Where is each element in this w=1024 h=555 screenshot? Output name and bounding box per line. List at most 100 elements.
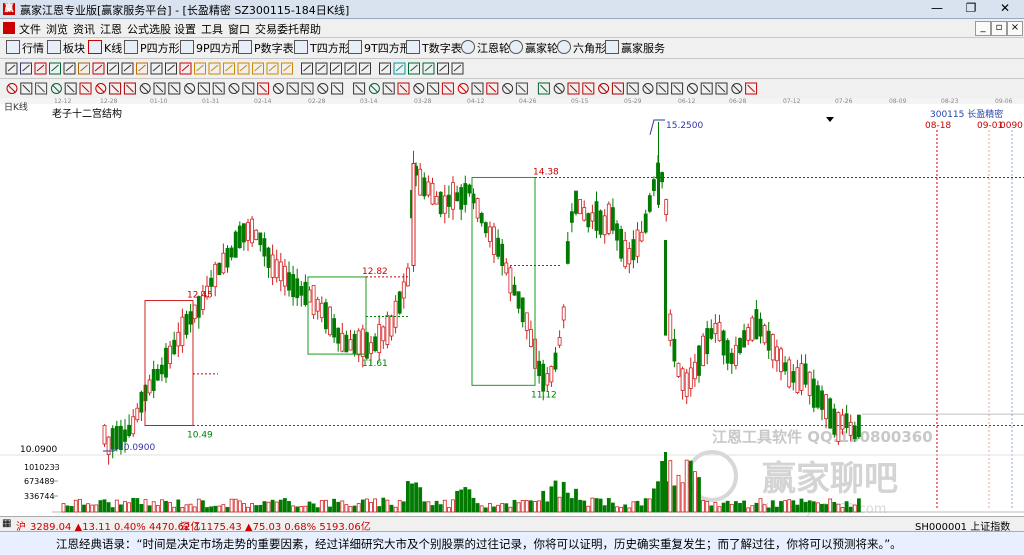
menu-window[interactable]: 窗口 [228, 21, 250, 37]
analysis-tool-icon[interactable] [153, 82, 166, 95]
drawing-tool-icon[interactable] [49, 62, 61, 75]
drawing-tool-icon[interactable] [136, 62, 148, 75]
analysis-tool-icon[interactable] [64, 82, 77, 95]
toolbar-t-table-button[interactable]: T数字表 [406, 40, 462, 56]
analysis-tool-icon[interactable] [257, 82, 270, 95]
drawing-tool-icon[interactable] [281, 62, 293, 75]
close-button[interactable]: ✕ [988, 0, 1022, 17]
drawing-tool-icon[interactable] [315, 62, 328, 75]
analysis-tool-icon[interactable] [79, 82, 92, 95]
drawing-tool-icon[interactable] [78, 62, 90, 75]
analysis-tool-icon[interactable] [35, 82, 48, 95]
drawing-tool-icon[interactable] [63, 62, 76, 75]
analysis-tool-icon[interactable] [686, 83, 698, 94]
analysis-tool-icon[interactable] [731, 83, 743, 94]
drawing-tool-icon[interactable] [408, 62, 420, 75]
menu-gann[interactable]: 江恩 [100, 21, 122, 37]
analysis-tool-icon[interactable] [139, 83, 151, 94]
drawing-tool-icon[interactable] [344, 62, 357, 75]
drawing-tool-icon[interactable] [5, 62, 18, 75]
toolbar-service-button[interactable]: 赢家服务 [605, 40, 665, 56]
drawing-tool-icon[interactable] [451, 62, 464, 75]
analysis-tool-icon[interactable] [95, 83, 107, 94]
drawing-tool-icon[interactable] [252, 62, 264, 75]
analysis-tool-icon[interactable] [397, 82, 410, 95]
toolbar-kline-button[interactable]: K线 [88, 40, 122, 56]
restore-button[interactable]: ❐ [954, 0, 988, 17]
menu-help[interactable]: 帮助 [299, 21, 321, 37]
analysis-tool-icon[interactable] [353, 82, 366, 95]
analysis-tool-icon[interactable] [50, 83, 62, 94]
drawing-tool-icon[interactable] [379, 62, 391, 75]
analysis-tool-icon[interactable] [626, 82, 639, 95]
analysis-tool-icon[interactable] [611, 82, 624, 95]
analysis-tool-icon[interactable] [642, 83, 654, 94]
drawing-tool-icon[interactable] [266, 62, 279, 75]
analysis-tool-icon[interactable] [427, 82, 440, 95]
analysis-tool-icon[interactable] [286, 82, 299, 95]
analysis-tool-icon[interactable] [537, 82, 550, 95]
menu-info[interactable]: 资讯 [73, 21, 95, 37]
drawing-tool-icon[interactable] [208, 62, 221, 75]
analysis-tool-icon[interactable] [553, 83, 565, 94]
analysis-tool-icon[interactable] [700, 82, 713, 95]
analysis-tools-strip[interactable] [0, 79, 1024, 98]
analysis-tool-icon[interactable] [715, 82, 728, 95]
drawing-tool-icon[interactable] [92, 62, 105, 75]
analysis-tool-icon[interactable] [368, 83, 380, 94]
analysis-tool-icon[interactable] [272, 83, 284, 94]
menu-file[interactable]: 文件 [19, 21, 41, 37]
drawing-tools-strip[interactable] [0, 59, 1024, 78]
drawing-tool-icon[interactable] [165, 62, 177, 75]
drawing-tool-icon[interactable] [107, 62, 119, 75]
analysis-tool-icon[interactable] [301, 82, 314, 95]
menu-settings[interactable]: 设置 [174, 21, 196, 37]
analysis-tool-icon[interactable] [582, 82, 595, 95]
drawing-tool-icon[interactable] [301, 62, 313, 75]
drawing-tool-icon[interactable] [150, 62, 163, 75]
toolbar-9t-square-button[interactable]: 9T四方形 [348, 40, 411, 56]
drawing-tool-icon[interactable] [330, 62, 342, 75]
analysis-tool-icon[interactable] [242, 82, 255, 95]
analysis-tool-icon[interactable] [413, 83, 425, 94]
drawing-tool-icon[interactable] [437, 62, 449, 75]
drawing-tool-icon[interactable] [34, 62, 47, 75]
analysis-tool-icon[interactable] [567, 82, 580, 95]
analysis-tool-icon[interactable] [109, 82, 122, 95]
analysis-tool-icon[interactable] [184, 83, 196, 94]
menu-trade[interactable]: 交易委托 [255, 21, 299, 37]
analysis-tool-icon[interactable] [598, 83, 610, 94]
analysis-tool-icon[interactable] [382, 82, 395, 95]
drawing-tool-icon[interactable] [179, 62, 192, 75]
menu-formula-select[interactable]: 公式选股 [127, 21, 171, 37]
analysis-tool-icon[interactable] [197, 82, 210, 95]
analysis-tool-icon[interactable] [317, 83, 329, 94]
analysis-tool-icon[interactable] [745, 82, 758, 95]
toolbar-t-square-button[interactable]: T四方形 [294, 40, 350, 56]
kline-chart[interactable]: 12-12 12-28 01-10 01-31 02-14 02-28 03-14 03-28… [0, 98, 1024, 517]
analysis-tool-icon[interactable] [123, 82, 136, 95]
toolbar-hexagon-button[interactable]: 六角形 [557, 40, 606, 56]
analysis-tool-icon[interactable] [20, 82, 33, 95]
mdi-close-button[interactable]: × [1007, 21, 1023, 36]
toolbar-gann-wheel-button[interactable]: 江恩轮 [461, 40, 510, 56]
analysis-tool-icon[interactable] [471, 82, 484, 95]
toolbar-p-table-button[interactable]: P数字表 [238, 40, 294, 56]
drawing-tool-icon[interactable] [194, 62, 206, 75]
drawing-tool-icon[interactable] [359, 62, 371, 75]
analysis-tool-icon[interactable] [212, 82, 225, 95]
toolbar-winner-wheel-button[interactable]: 赢家轮 [509, 40, 558, 56]
toolbar-sector-button[interactable]: 板块 [47, 40, 85, 56]
analysis-tool-icon[interactable] [457, 83, 469, 94]
menu-tools[interactable]: 工具 [201, 21, 223, 37]
minimize-button[interactable]: — [920, 0, 954, 17]
mdi-minimize-button[interactable]: _ [975, 21, 991, 36]
toolbar-9p-square-button[interactable]: 9P四方形 [180, 40, 243, 56]
analysis-tool-icon[interactable] [656, 82, 669, 95]
drawing-tool-icon[interactable] [237, 62, 250, 75]
analysis-tool-icon[interactable] [486, 82, 499, 95]
drawing-tool-icon[interactable] [121, 62, 134, 75]
analysis-tool-icon[interactable] [441, 82, 454, 95]
analysis-tool-icon[interactable] [168, 82, 181, 95]
analysis-tool-icon[interactable] [331, 82, 344, 95]
